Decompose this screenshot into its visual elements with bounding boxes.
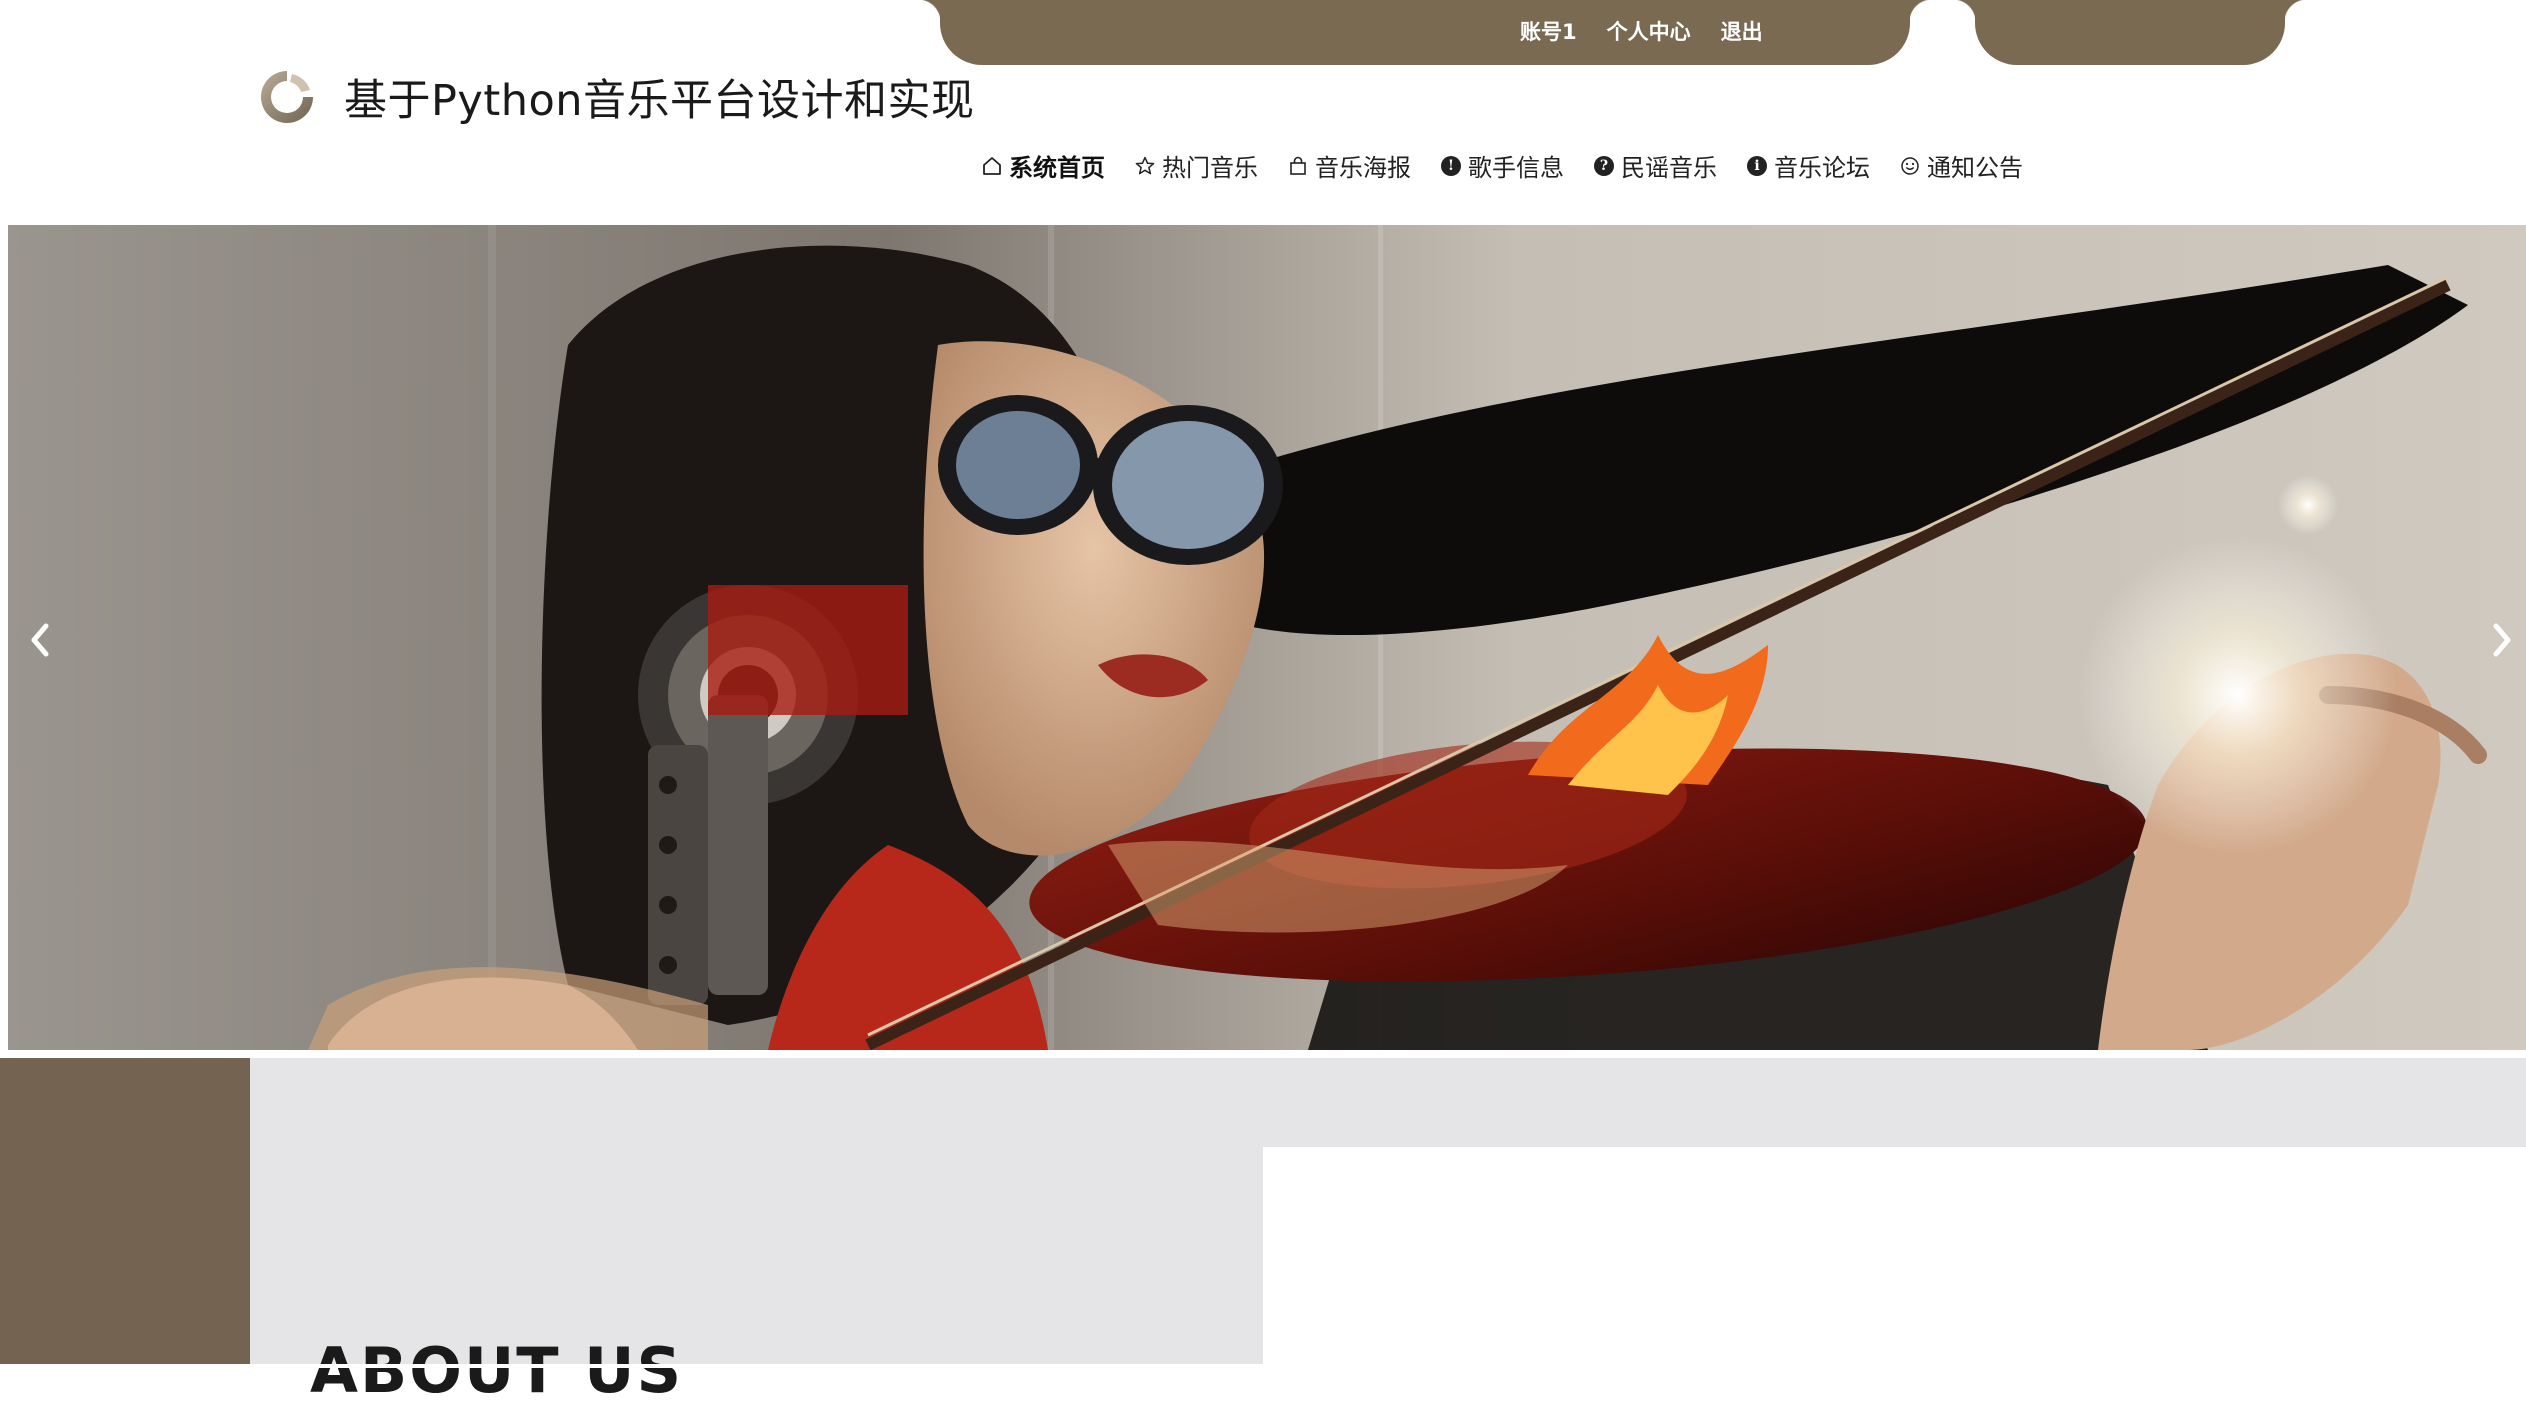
nav-item-label: 系统首页 <box>1009 154 1105 182</box>
nav-item-music-forum[interactable]: i 音乐论坛 <box>1747 148 1870 183</box>
topbar-tab <box>918 0 1932 65</box>
about-accent-strip <box>0 1058 250 1368</box>
account-link[interactable]: 账号1 <box>1520 16 1577 46</box>
nav-item-singer-info[interactable]: ! 歌手信息 <box>1441 148 1564 183</box>
nav-item-home[interactable]: 系统首页 <box>982 148 1105 183</box>
about-title: ABOUT US <box>310 1334 684 1407</box>
logout-link[interactable]: 退出 <box>1721 16 1763 46</box>
profile-link[interactable]: 个人中心 <box>1607 16 1691 46</box>
nav-item-label: 歌手信息 <box>1468 154 1564 182</box>
chevron-right-icon <box>2493 623 2511 657</box>
bag-icon <box>1288 156 1308 176</box>
nav-item-label: 热门音乐 <box>1162 154 1258 182</box>
carousel-next-button[interactable] <box>2480 615 2524 665</box>
nav-item-label: 音乐论坛 <box>1774 154 1870 182</box>
user-links: 账号1 个人中心 退出 <box>1520 0 1763 62</box>
exclamation-circle-icon: ! <box>1441 155 1461 176</box>
home-icon <box>982 156 1002 176</box>
site-title: 基于Python音乐平台设计和实现 <box>344 76 975 126</box>
nav-item-label: 音乐海报 <box>1315 154 1411 182</box>
page-bottom-edge <box>0 1364 2526 1368</box>
about-content-card <box>1263 1147 2526 1368</box>
topbar-tab-decoration <box>1953 0 2307 65</box>
info-circle-icon: i <box>1747 155 1767 176</box>
nav-item-notices[interactable]: 通知公告 <box>1900 148 2023 183</box>
smile-icon <box>1900 156 1920 176</box>
play-circle-logo-icon <box>258 68 316 126</box>
nav-item-label: 通知公告 <box>1927 154 2023 182</box>
nav-item-hot-music[interactable]: 热门音乐 <box>1135 148 1258 183</box>
carousel-prev-button[interactable] <box>18 615 62 665</box>
nav-item-folk-music[interactable]: ? 民谣音乐 <box>1594 148 1717 183</box>
chevron-left-icon <box>31 623 49 657</box>
banner-image <box>8 225 2526 1050</box>
main-nav: 系统首页 热门音乐 音乐海报 ! 歌手信息 ? 民谣音乐 i 音乐论坛 通知公告 <box>982 148 2023 183</box>
star-icon <box>1135 156 1155 176</box>
hero-banner-carousel[interactable] <box>8 225 2526 1050</box>
question-circle-icon: ? <box>1594 155 1614 176</box>
nav-item-music-poster[interactable]: 音乐海报 <box>1288 148 1411 183</box>
nav-item-label: 民谣音乐 <box>1621 154 1717 182</box>
site-brand[interactable]: 基于Python音乐平台设计和实现 <box>258 66 975 128</box>
